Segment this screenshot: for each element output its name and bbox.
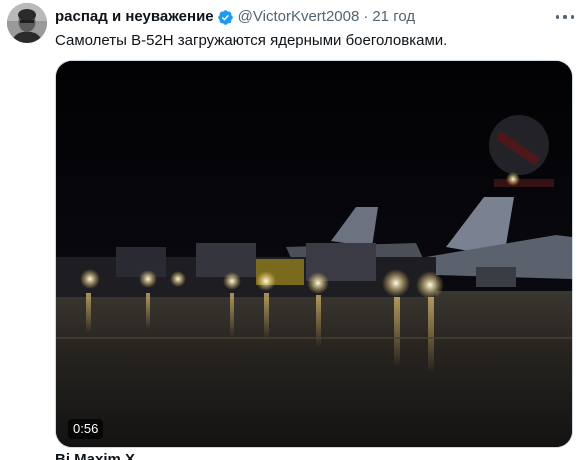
tweet-text: Самолеты B-52H загружаются ядерными боег…: [55, 32, 448, 49]
tweet-header: распад и неуважение @VictorKvert2008 · 2…: [55, 7, 415, 27]
handle[interactable]: @VictorKvert2008: [238, 7, 360, 27]
tweet[interactable]: распад и неуважение @VictorKvert2008 · 2…: [0, 0, 586, 460]
next-tweet-author: Maxim X: [74, 451, 136, 460]
next-tweet-prefix: Bi: [55, 451, 70, 460]
video-duration: 0:56: [68, 419, 104, 439]
verified-badge-icon: [217, 9, 234, 26]
more-options-icon[interactable]: [556, 8, 574, 26]
avatar[interactable]: [7, 3, 47, 43]
video-frame: [56, 61, 572, 447]
avatar-image: [7, 3, 47, 43]
video-player[interactable]: 0:56: [56, 61, 572, 447]
next-tweet-author-partial[interactable]: Bi Maxim X: [55, 450, 135, 460]
separator-dot: ·: [363, 8, 369, 25]
display-name[interactable]: распад и неуважение: [55, 7, 214, 27]
timestamp[interactable]: 21 год: [372, 7, 415, 27]
